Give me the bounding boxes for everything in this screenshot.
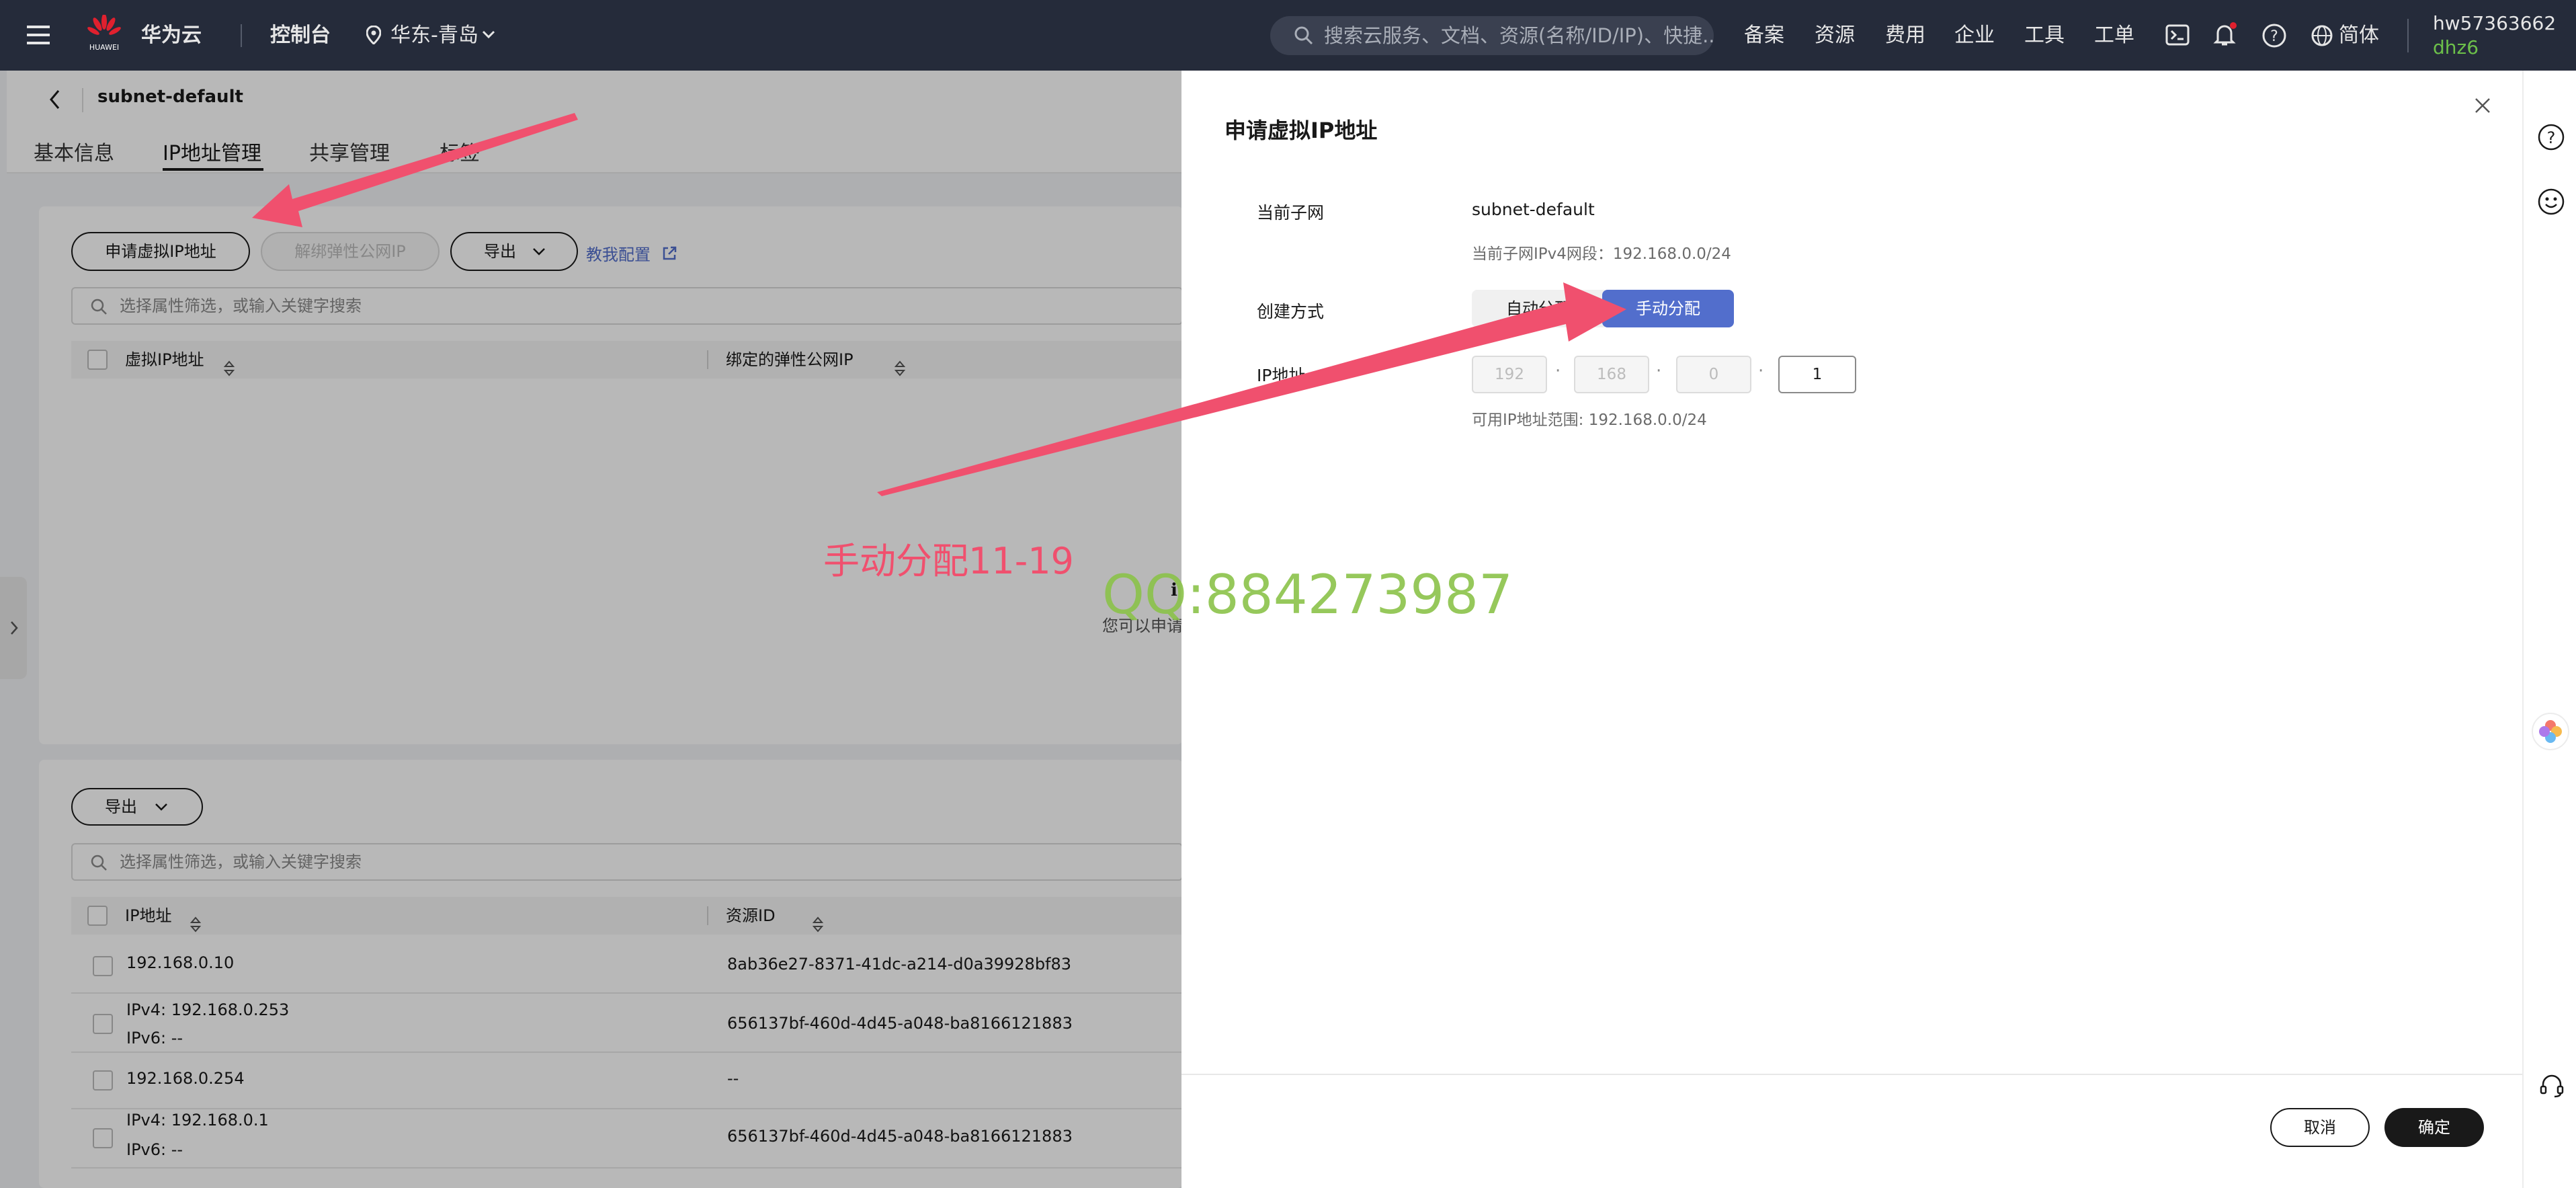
annotation-text: 手动分配11-19 xyxy=(823,540,1074,582)
watermark-text: QQ:884273987 xyxy=(1102,563,1513,626)
annotation-arrow-1 xyxy=(252,113,578,227)
annotation-arrow-2 xyxy=(877,282,1626,496)
